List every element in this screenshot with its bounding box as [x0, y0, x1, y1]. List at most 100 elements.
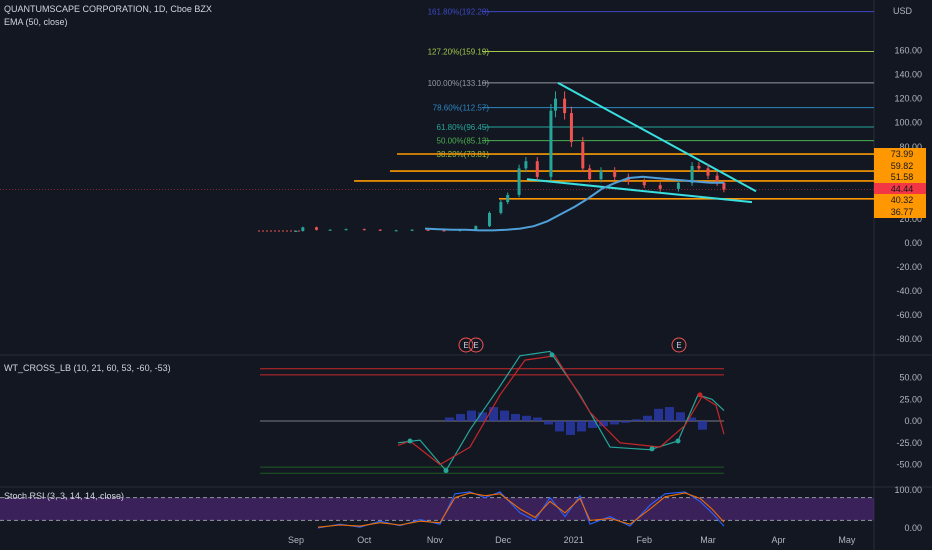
wt-cross-dot[interactable] [443, 468, 449, 474]
candle[interactable] [301, 227, 305, 231]
price-tag-text: 44.44 [891, 184, 914, 194]
candle[interactable] [642, 181, 646, 186]
wt-histogram-bar [676, 412, 685, 421]
wt-histogram-bar [621, 421, 630, 423]
wt-cross-dot[interactable] [649, 446, 655, 452]
wt-cross-title[interactable]: WT_CROSS_LB (10, 21, 60, 53, -60, -53) [4, 363, 171, 373]
candle[interactable] [294, 230, 298, 232]
candle[interactable] [569, 113, 573, 142]
wt-axis-label: 25.00 [899, 394, 922, 404]
wt-histogram-bar [643, 415, 652, 421]
candle[interactable] [549, 110, 553, 177]
candle[interactable] [722, 182, 726, 190]
candle[interactable] [535, 161, 539, 177]
candle[interactable] [697, 166, 701, 169]
wt-histogram-bar [467, 410, 476, 421]
wt-histogram-bar [555, 421, 564, 432]
candle[interactable] [362, 229, 366, 231]
wt-cross-dot[interactable] [549, 352, 555, 358]
candle[interactable] [581, 141, 585, 169]
price-axis-label: -60.00 [896, 310, 922, 320]
candle[interactable] [553, 98, 557, 111]
time-axis-label: Oct [357, 535, 372, 545]
wt-histogram-bar [566, 421, 575, 435]
candle[interactable] [588, 168, 592, 180]
price-axis-label: 160.00 [894, 46, 922, 56]
time-axis-label: Dec [495, 535, 512, 545]
wt-red-line[interactable] [397, 355, 725, 466]
price-tag-text: 40.32 [891, 195, 914, 205]
time-axis-label: 2021 [564, 535, 584, 545]
wt-histogram-bar [577, 421, 586, 432]
candle[interactable] [599, 170, 603, 180]
wt-histogram-bar [665, 407, 674, 421]
fib-level-label: 127.20%(159.19) [428, 47, 490, 56]
candle[interactable] [314, 227, 318, 230]
wt-histogram-bar [522, 415, 531, 421]
wt-cross-dot[interactable] [697, 392, 703, 398]
ema-legend[interactable]: EMA (50, close) [4, 17, 68, 27]
wt-histogram-bar [511, 414, 520, 421]
time-axis-label: Sep [288, 535, 304, 545]
wt-cross-dot[interactable] [407, 438, 413, 444]
wt-cross-dot[interactable] [675, 438, 681, 444]
stoch-axis-label: 0.00 [904, 523, 922, 533]
candle[interactable] [378, 229, 382, 231]
stoch-band [0, 497, 874, 521]
candle[interactable] [344, 229, 348, 231]
fib-level-label: 100.00%(133.10) [428, 79, 490, 88]
time-axis-label: Apr [772, 535, 786, 545]
price-tag-text: 59.82 [891, 161, 914, 171]
candle[interactable] [524, 161, 528, 169]
candle[interactable] [499, 202, 503, 213]
earnings-marker-label: E [473, 341, 478, 350]
time-axis-label: May [838, 535, 856, 545]
stoch-rsi-title[interactable]: Stoch RSI (3, 3, 14, 14, close) [4, 491, 124, 501]
wt-axis-label: -50.00 [896, 460, 922, 470]
fib-level-label: 61.80%(96.45) [437, 123, 490, 132]
candle[interactable] [487, 212, 491, 227]
fib-level-label: 50.00%(85.13) [437, 137, 490, 146]
wt-histogram-bar [698, 421, 707, 430]
candle[interactable] [328, 229, 332, 231]
candle[interactable] [442, 230, 446, 232]
trendline-upper[interactable] [557, 82, 757, 193]
price-tag-text: 51.58 [891, 172, 914, 182]
candle[interactable] [658, 185, 662, 189]
time-axis-label: Feb [637, 535, 653, 545]
wt-histogram-bar [445, 417, 454, 421]
candle[interactable] [410, 229, 414, 231]
wt-histogram-bar [654, 408, 663, 421]
symbol-title: QUANTUMSCAPE CORPORATION, 1D, Cboe BZX [4, 4, 212, 14]
wt-histogram-bar [632, 419, 641, 421]
chart-canvas[interactable]: 160.00140.00120.00100.0080.0020.000.00-2… [0, 0, 932, 550]
price-axis-label: 0.00 [904, 238, 922, 248]
candle[interactable] [613, 170, 617, 177]
candle[interactable] [517, 168, 521, 195]
candle[interactable] [394, 230, 398, 232]
candle[interactable] [506, 194, 510, 203]
candle[interactable] [706, 168, 710, 176]
time-axis-label: Nov [427, 535, 444, 545]
stoch-axis-label: 100.00 [894, 485, 922, 495]
price-axis-label: 140.00 [894, 70, 922, 80]
price-axis-label: -80.00 [896, 334, 922, 344]
fib-level-label: 78.60%(112.57) [433, 104, 490, 113]
candle[interactable] [426, 229, 430, 231]
price-axis-label: 120.00 [894, 94, 922, 104]
earnings-marker-label: E [676, 341, 681, 350]
candle[interactable] [715, 175, 719, 183]
price-tag-text: 36.77 [891, 207, 914, 217]
wt-histogram-bar [544, 421, 553, 425]
chart-root: 160.00 140.00 120.00 100.00 80.00 20.00 0.00 -2… [0, 0, 932, 550]
currency-label: USD [893, 6, 913, 16]
fib-level-label: 161.80%(192.28) [428, 8, 490, 17]
wt-histogram-bar [500, 410, 509, 421]
wt-histogram-bar [610, 421, 619, 425]
candle[interactable] [676, 182, 680, 189]
wt-histogram-bar [489, 407, 498, 421]
wt-axis-label: 50.00 [899, 373, 922, 383]
candle[interactable] [563, 98, 567, 114]
wt-axis-label: -25.00 [896, 438, 922, 448]
price-axis-label: -40.00 [896, 286, 922, 296]
